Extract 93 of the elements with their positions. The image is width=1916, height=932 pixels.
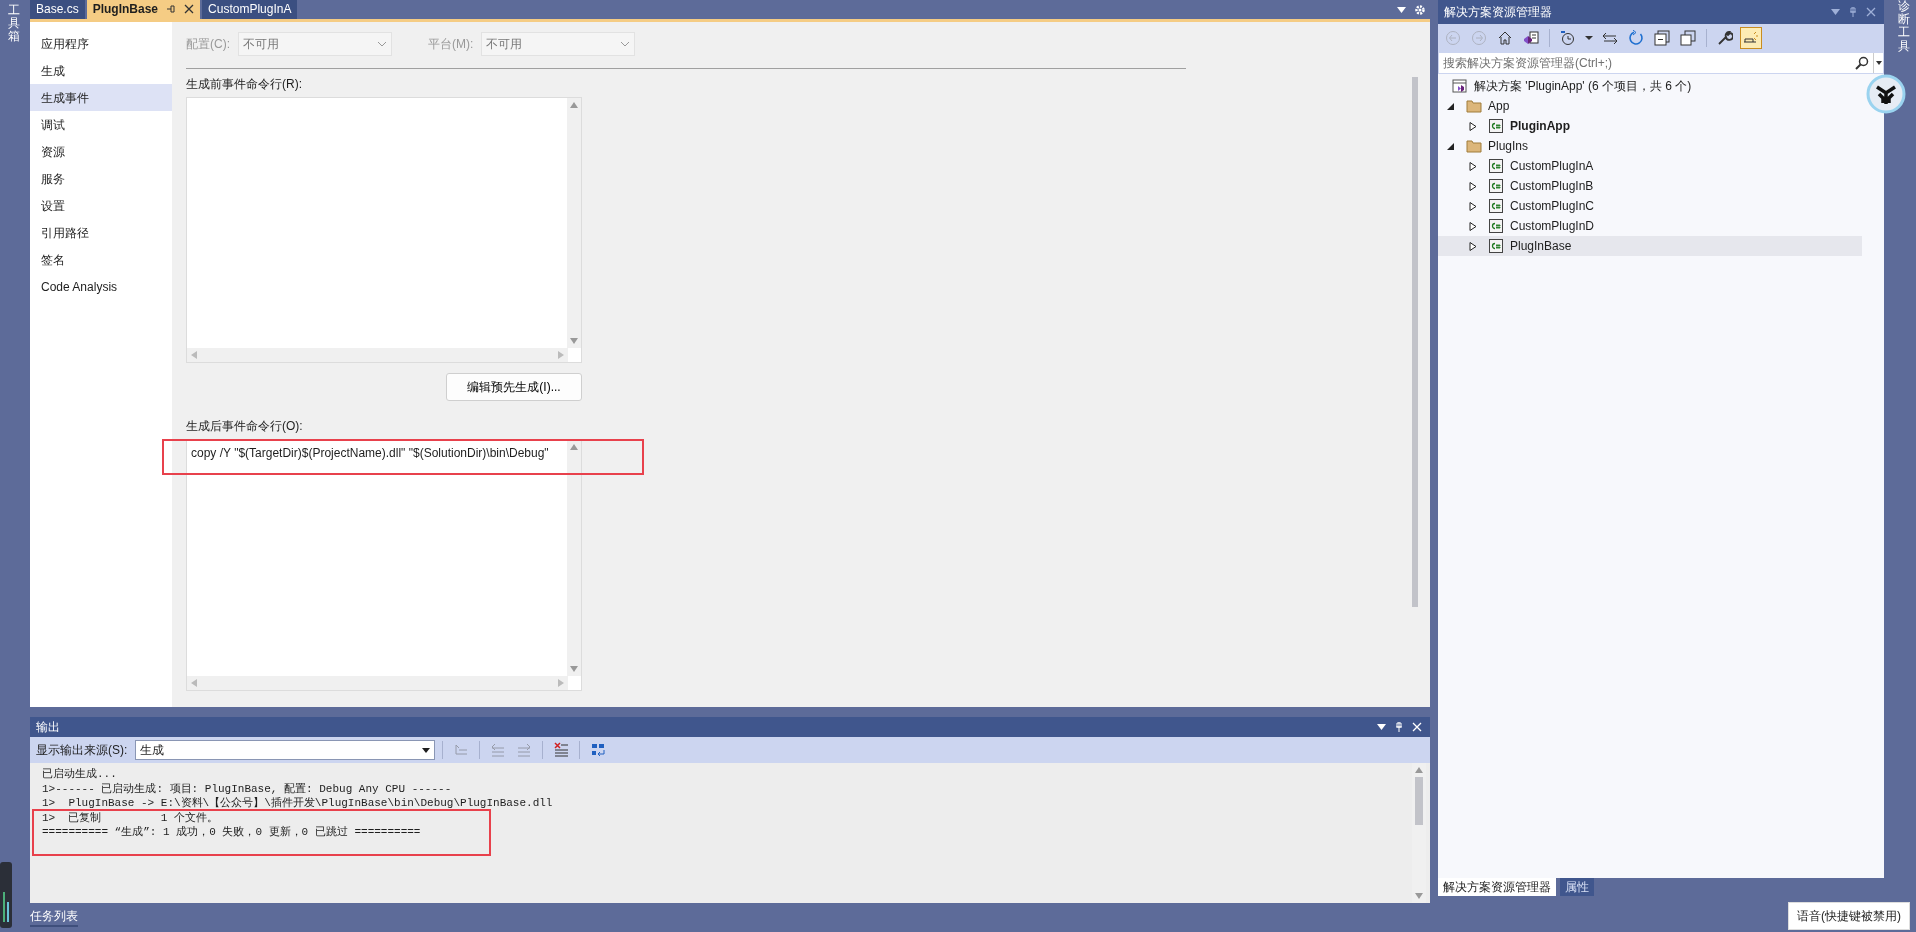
tree-item-label: PlugIns	[1488, 138, 1529, 155]
expand-arrow-icon[interactable]	[1447, 141, 1455, 151]
field-label: 生成前事件命令行(R):	[186, 76, 303, 93]
down-arrow-icon[interactable]	[570, 338, 578, 344]
tree-item-label: CustomPlugInD	[1510, 218, 1595, 235]
down-arrow-icon[interactable]	[1415, 893, 1423, 899]
nav-item[interactable]: 应用程序	[30, 30, 172, 57]
csharp-project-icon	[1488, 178, 1504, 194]
nav-item[interactable]: 服务	[30, 165, 172, 192]
output-line: 已启动生成...	[42, 767, 118, 782]
tree-row[interactable]: PlugIns	[1438, 136, 1862, 156]
up-arrow-icon[interactable]	[1415, 767, 1423, 773]
scrollbar[interactable]	[1412, 77, 1418, 607]
scroll-thumb[interactable]	[1415, 777, 1423, 825]
tree-item-label: PlugInBase	[1510, 238, 1572, 255]
down-arrow-icon[interactable]	[570, 666, 578, 672]
tree-item-label: CustomPlugInB	[1510, 178, 1594, 195]
document-tab[interactable]: CustomPlugInA	[202, 0, 298, 19]
nav-item[interactable]: 生成事件	[30, 84, 172, 111]
tree-row[interactable]: CustomPlugInA	[1438, 156, 1862, 176]
tree-row[interactable]: 解决方案 'PluginApp' (6 个项目，共 6 个)	[1438, 76, 1862, 96]
search-box[interactable]: 搜索解决方案资源管理器(Ctrl+;)	[1438, 52, 1884, 74]
nav-item[interactable]: Code Analysis	[30, 273, 172, 300]
up-arrow-icon[interactable]	[570, 444, 578, 450]
expand-arrow-icon[interactable]	[1469, 241, 1477, 251]
pin-icon[interactable]	[1848, 7, 1858, 17]
output-line: ========== “生成”: 1 成功，0 失败，0 更新，0 已跳过 ==========	[42, 825, 422, 840]
nav-item[interactable]: 签名	[30, 246, 172, 273]
tree-row[interactable]: App	[1438, 96, 1862, 116]
panel-title: 输出	[36, 719, 60, 736]
csharp-project-icon	[1488, 198, 1504, 214]
tree-item-label: PluginApp	[1510, 118, 1570, 135]
csharp-project-icon	[1488, 118, 1504, 134]
nav-item[interactable]: 资源	[30, 138, 172, 165]
csharp-project-icon	[1488, 238, 1504, 254]
settings-icon[interactable]	[1414, 3, 1426, 16]
folder-icon	[1466, 98, 1482, 114]
config-label: 配置(C):	[186, 36, 230, 53]
document-tab[interactable]: PlugInBase	[86, 0, 201, 19]
task-list-tab[interactable]: 任务列表	[30, 903, 78, 927]
nav-item[interactable]: 调试	[30, 111, 172, 138]
caret-icon	[422, 747, 431, 753]
dropdown-icon[interactable]	[1875, 61, 1882, 65]
pin-icon[interactable]	[166, 4, 177, 14]
document-tab[interactable]: Base.cs	[30, 0, 85, 19]
toolbox-tab[interactable]: 工具箱	[8, 4, 20, 44]
expand-arrow-icon[interactable]	[1469, 201, 1477, 211]
output-line: 1> 已复制 1 个文件。	[42, 810, 220, 825]
expand-arrow-icon[interactable]	[1469, 121, 1477, 131]
output-source-dropdown[interactable]: 生成	[135, 740, 436, 760]
tree-item-label: 解决方案 'PluginApp' (6 个项目，共 6 个)	[1474, 78, 1692, 95]
edit-button[interactable]: 编辑预先生成(I)...	[446, 373, 582, 401]
tree-item-label: App	[1488, 98, 1510, 115]
scrollbar[interactable]	[567, 440, 581, 676]
dropdown-icon[interactable]	[1377, 724, 1386, 730]
search-icon[interactable]	[1855, 56, 1869, 70]
floating-assistant-icon[interactable]	[1866, 74, 1906, 114]
caret-icon	[620, 41, 631, 47]
dropdown: 不可用	[481, 32, 636, 56]
tree-row[interactable]: PlugInBase	[1438, 236, 1862, 256]
caret-icon	[377, 41, 387, 47]
tree-item-label: CustomPlugInC	[1510, 198, 1595, 215]
nav-item[interactable]: 设置	[30, 192, 172, 219]
nav-item[interactable]: 生成	[30, 57, 172, 84]
dropdown: 不可用	[238, 32, 392, 56]
expand-arrow-icon[interactable]	[1469, 161, 1477, 171]
close-icon[interactable]	[184, 4, 195, 14]
up-arrow-icon[interactable]	[570, 102, 578, 108]
platform-label: 平台(M):	[428, 36, 474, 53]
csharp-project-icon	[1488, 158, 1504, 174]
expand-arrow-icon[interactable]	[1469, 221, 1477, 231]
source-label: 显示输出来源(S):	[36, 742, 128, 759]
nav-item[interactable]: 引用路径	[30, 219, 172, 246]
meter-widget-icon	[0, 862, 12, 928]
output-line: 1> PlugInBase -> E:\资料\【公众号】\插件开发\PlugInBase\bin\Debug\PlugInBase.dll	[42, 796, 554, 811]
expand-arrow-icon[interactable]	[1447, 101, 1455, 111]
tooltip: 语音(快捷键被禁用)	[1788, 902, 1910, 930]
tree-row[interactable]: CustomPlugInD	[1438, 216, 1862, 236]
scrollbar[interactable]	[567, 98, 581, 348]
expand-arrow-icon[interactable]	[1469, 181, 1477, 191]
tree-row[interactable]: PluginApp	[1438, 116, 1862, 136]
panel-tab[interactable]: 解决方案资源管理器	[1438, 878, 1556, 896]
tree-item-label: CustomPlugInA	[1510, 158, 1594, 175]
panel-tab[interactable]: 属性	[1560, 878, 1594, 896]
field-label: 生成后事件命令行(O):	[186, 418, 304, 435]
tree-row[interactable]: CustomPlugInB	[1438, 176, 1862, 196]
output-line: 1>------ 已启动生成: 项目: PlugInBase, 配置: Debug Any CPU ------	[42, 781, 453, 796]
diagnostic-tools-tab[interactable]: 诊断工具	[1898, 0, 1910, 53]
tree-row[interactable]: CustomPlugInC	[1438, 196, 1862, 216]
panel-title: 解决方案资源管理器	[1444, 4, 1552, 21]
solution-icon	[1452, 78, 1468, 94]
csharp-project-icon	[1488, 218, 1504, 234]
folder-icon	[1466, 138, 1482, 154]
